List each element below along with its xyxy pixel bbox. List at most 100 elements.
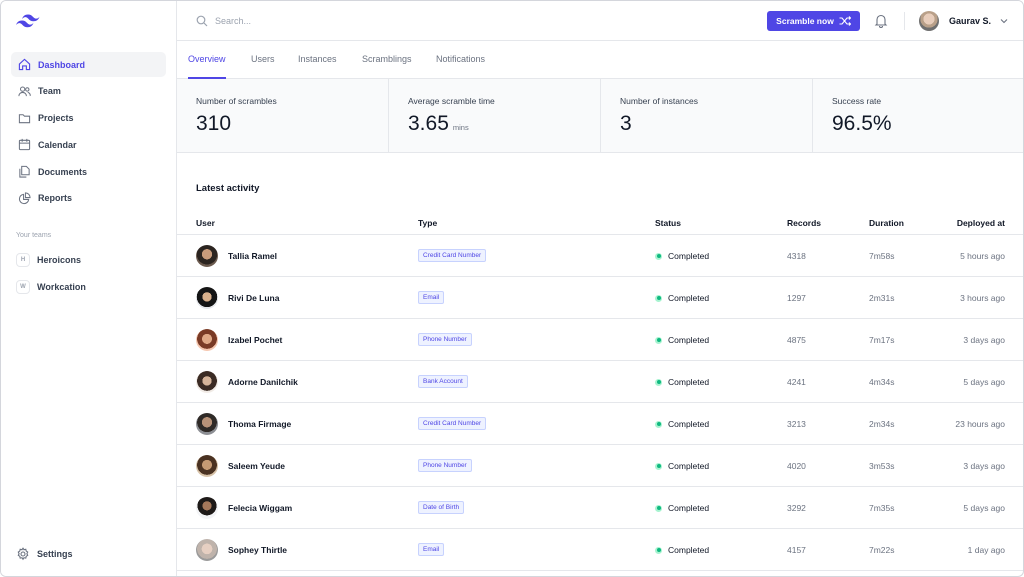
avatar (196, 455, 218, 477)
table-row[interactable]: Felecia Wiggam Date of Birth Completed 3292… (177, 487, 1023, 529)
status-cell: Completed (655, 419, 709, 429)
status-cell: Completed (655, 335, 709, 345)
stat-value: 310 (196, 112, 232, 135)
sidebar-item-settings[interactable]: Settings (16, 547, 73, 561)
avatar (196, 371, 218, 393)
status-text: Completed (668, 251, 710, 261)
column-header-records: Records (787, 218, 822, 228)
column-header-type: Type (418, 218, 438, 228)
sidebar-item-label: Reports (38, 193, 73, 204)
sidebar-item-team[interactable]: Team (11, 79, 166, 104)
records-cell: 4020 (787, 461, 806, 471)
stat-value: 3.65 (408, 112, 449, 135)
team-badge: W (16, 279, 30, 294)
user-menu[interactable]: Gaurav S. (919, 11, 1008, 31)
status-text: Completed (668, 419, 710, 429)
sidebar-item-reports[interactable]: Reports (11, 186, 166, 211)
duration-cell: 4m34s (869, 377, 895, 387)
table-row[interactable]: Sophey Thirtle Email Completed 4157 7m22s 1 d… (177, 529, 1023, 571)
activity-table: User Type Status Records Duration Deploy… (177, 214, 1023, 571)
status-cell: Completed (655, 503, 709, 513)
sidebar-item-label: Team (38, 86, 61, 97)
calendar-icon (17, 138, 31, 152)
topbar: Scramble now Gaurav S. (177, 1, 1023, 41)
sidebar-item-projects[interactable]: Projects (11, 106, 166, 131)
table-row[interactable]: Thoma Firmage Credit Card Number Completed… (177, 403, 1023, 445)
sidebar-item-documents[interactable]: Documents (11, 159, 166, 184)
deployed-cell: 3 days ago (963, 461, 1005, 471)
stat-card: Success rate 96.5% (813, 79, 1023, 153)
table-row[interactable]: Adorne Danilchik Bank Account Completed 424… (177, 361, 1023, 403)
sidebar-item-workcation[interactable]: W Workcation (11, 274, 166, 299)
table-header: User Type Status Records Duration Deploy… (177, 214, 1023, 235)
tab-scramblings[interactable]: Scramblings (362, 54, 412, 79)
status-dot-icon (655, 546, 662, 554)
sidebar-item-label: Projects (38, 113, 74, 124)
avatar (196, 329, 218, 351)
search-input[interactable] (215, 16, 475, 26)
avatar (196, 245, 218, 267)
team-badge: H (16, 252, 30, 267)
sidebar: Dashboard Team Projects Calendar Documen… (1, 1, 177, 576)
records-cell: 3292 (787, 503, 806, 513)
team-label: Workcation (37, 281, 86, 292)
type-badge: Phone Number (418, 333, 472, 346)
user-name: Gaurav S. (949, 16, 992, 26)
scramble-now-label: Scramble now (776, 16, 834, 26)
user-name-cell: Rivi De Luna (228, 293, 280, 303)
status-text: Completed (668, 503, 710, 513)
table-row[interactable]: Rivi De Luna Email Completed 1297 2m31s 3 hou… (177, 277, 1023, 319)
status-cell: Completed (655, 251, 709, 261)
status-dot-icon (655, 294, 662, 302)
status-dot-icon (655, 378, 662, 386)
tab-instances[interactable]: Instances (298, 54, 337, 79)
type-badge: Phone Number (418, 459, 472, 472)
duration-cell: 7m35s (869, 503, 895, 513)
home-icon (17, 58, 31, 72)
tab-bar: Overview Users Instances Scramblings Not… (177, 41, 1023, 79)
team-label: Heroicons (37, 254, 82, 265)
column-header-user: User (196, 218, 215, 228)
app-window: Dashboard Team Projects Calendar Documen… (0, 0, 1024, 577)
user-name-cell: Thoma Firmage (228, 419, 292, 429)
tailwind-logo-icon[interactable] (16, 13, 40, 29)
duration-cell: 3m53s (869, 461, 895, 471)
sidebar-item-dashboard[interactable]: Dashboard (11, 52, 166, 77)
duration-cell: 7m17s (869, 335, 895, 345)
documents-icon (17, 165, 31, 179)
avatar (196, 539, 218, 561)
tab-users[interactable]: Users (251, 54, 275, 79)
stat-card: Number of scrambles 310 (177, 79, 389, 153)
tab-overview[interactable]: Overview (188, 54, 226, 79)
deployed-cell: 3 days ago (963, 335, 1005, 345)
stat-unit: mins (452, 123, 469, 132)
column-header-duration: Duration (869, 218, 904, 228)
table-body: Tallia Ramel Credit Card Number Completed 4… (177, 235, 1023, 571)
sidebar-item-calendar[interactable]: Calendar (11, 132, 166, 157)
avatar (196, 413, 218, 435)
bell-icon[interactable] (874, 13, 888, 28)
user-name-cell: Tallia Ramel (228, 251, 277, 261)
records-cell: 4875 (787, 335, 806, 345)
deployed-cell: 23 hours ago (955, 419, 1005, 429)
scramble-now-button[interactable]: Scramble now (767, 11, 860, 31)
records-cell: 4241 (787, 377, 806, 387)
status-text: Completed (668, 335, 710, 345)
table-row[interactable]: Izabel Pochet Phone Number Completed 4875 7m… (177, 319, 1023, 361)
duration-cell: 2m34s (869, 419, 895, 429)
status-text: Completed (668, 293, 710, 303)
sidebar-item-heroicons[interactable]: H Heroicons (11, 247, 166, 272)
type-badge: Bank Account (418, 375, 468, 388)
table-row[interactable]: Saleem Yeude Phone Number Completed 4020 3m5… (177, 445, 1023, 487)
type-badge: Credit Card Number (418, 249, 487, 262)
deployed-cell: 3 hours ago (960, 293, 1005, 303)
chevron-down-icon (1000, 19, 1008, 24)
teams-list: H Heroicons W Workcation (11, 247, 166, 301)
status-text: Completed (668, 545, 710, 555)
sidebar-item-label: Dashboard (38, 59, 86, 70)
stat-value: 96.5% (832, 112, 892, 135)
tab-notifications[interactable]: Notifications (436, 54, 485, 79)
table-row[interactable]: Tallia Ramel Credit Card Number Completed 4… (177, 235, 1023, 277)
stat-label: Number of scrambles (196, 96, 277, 106)
duration-cell: 2m31s (869, 293, 895, 303)
